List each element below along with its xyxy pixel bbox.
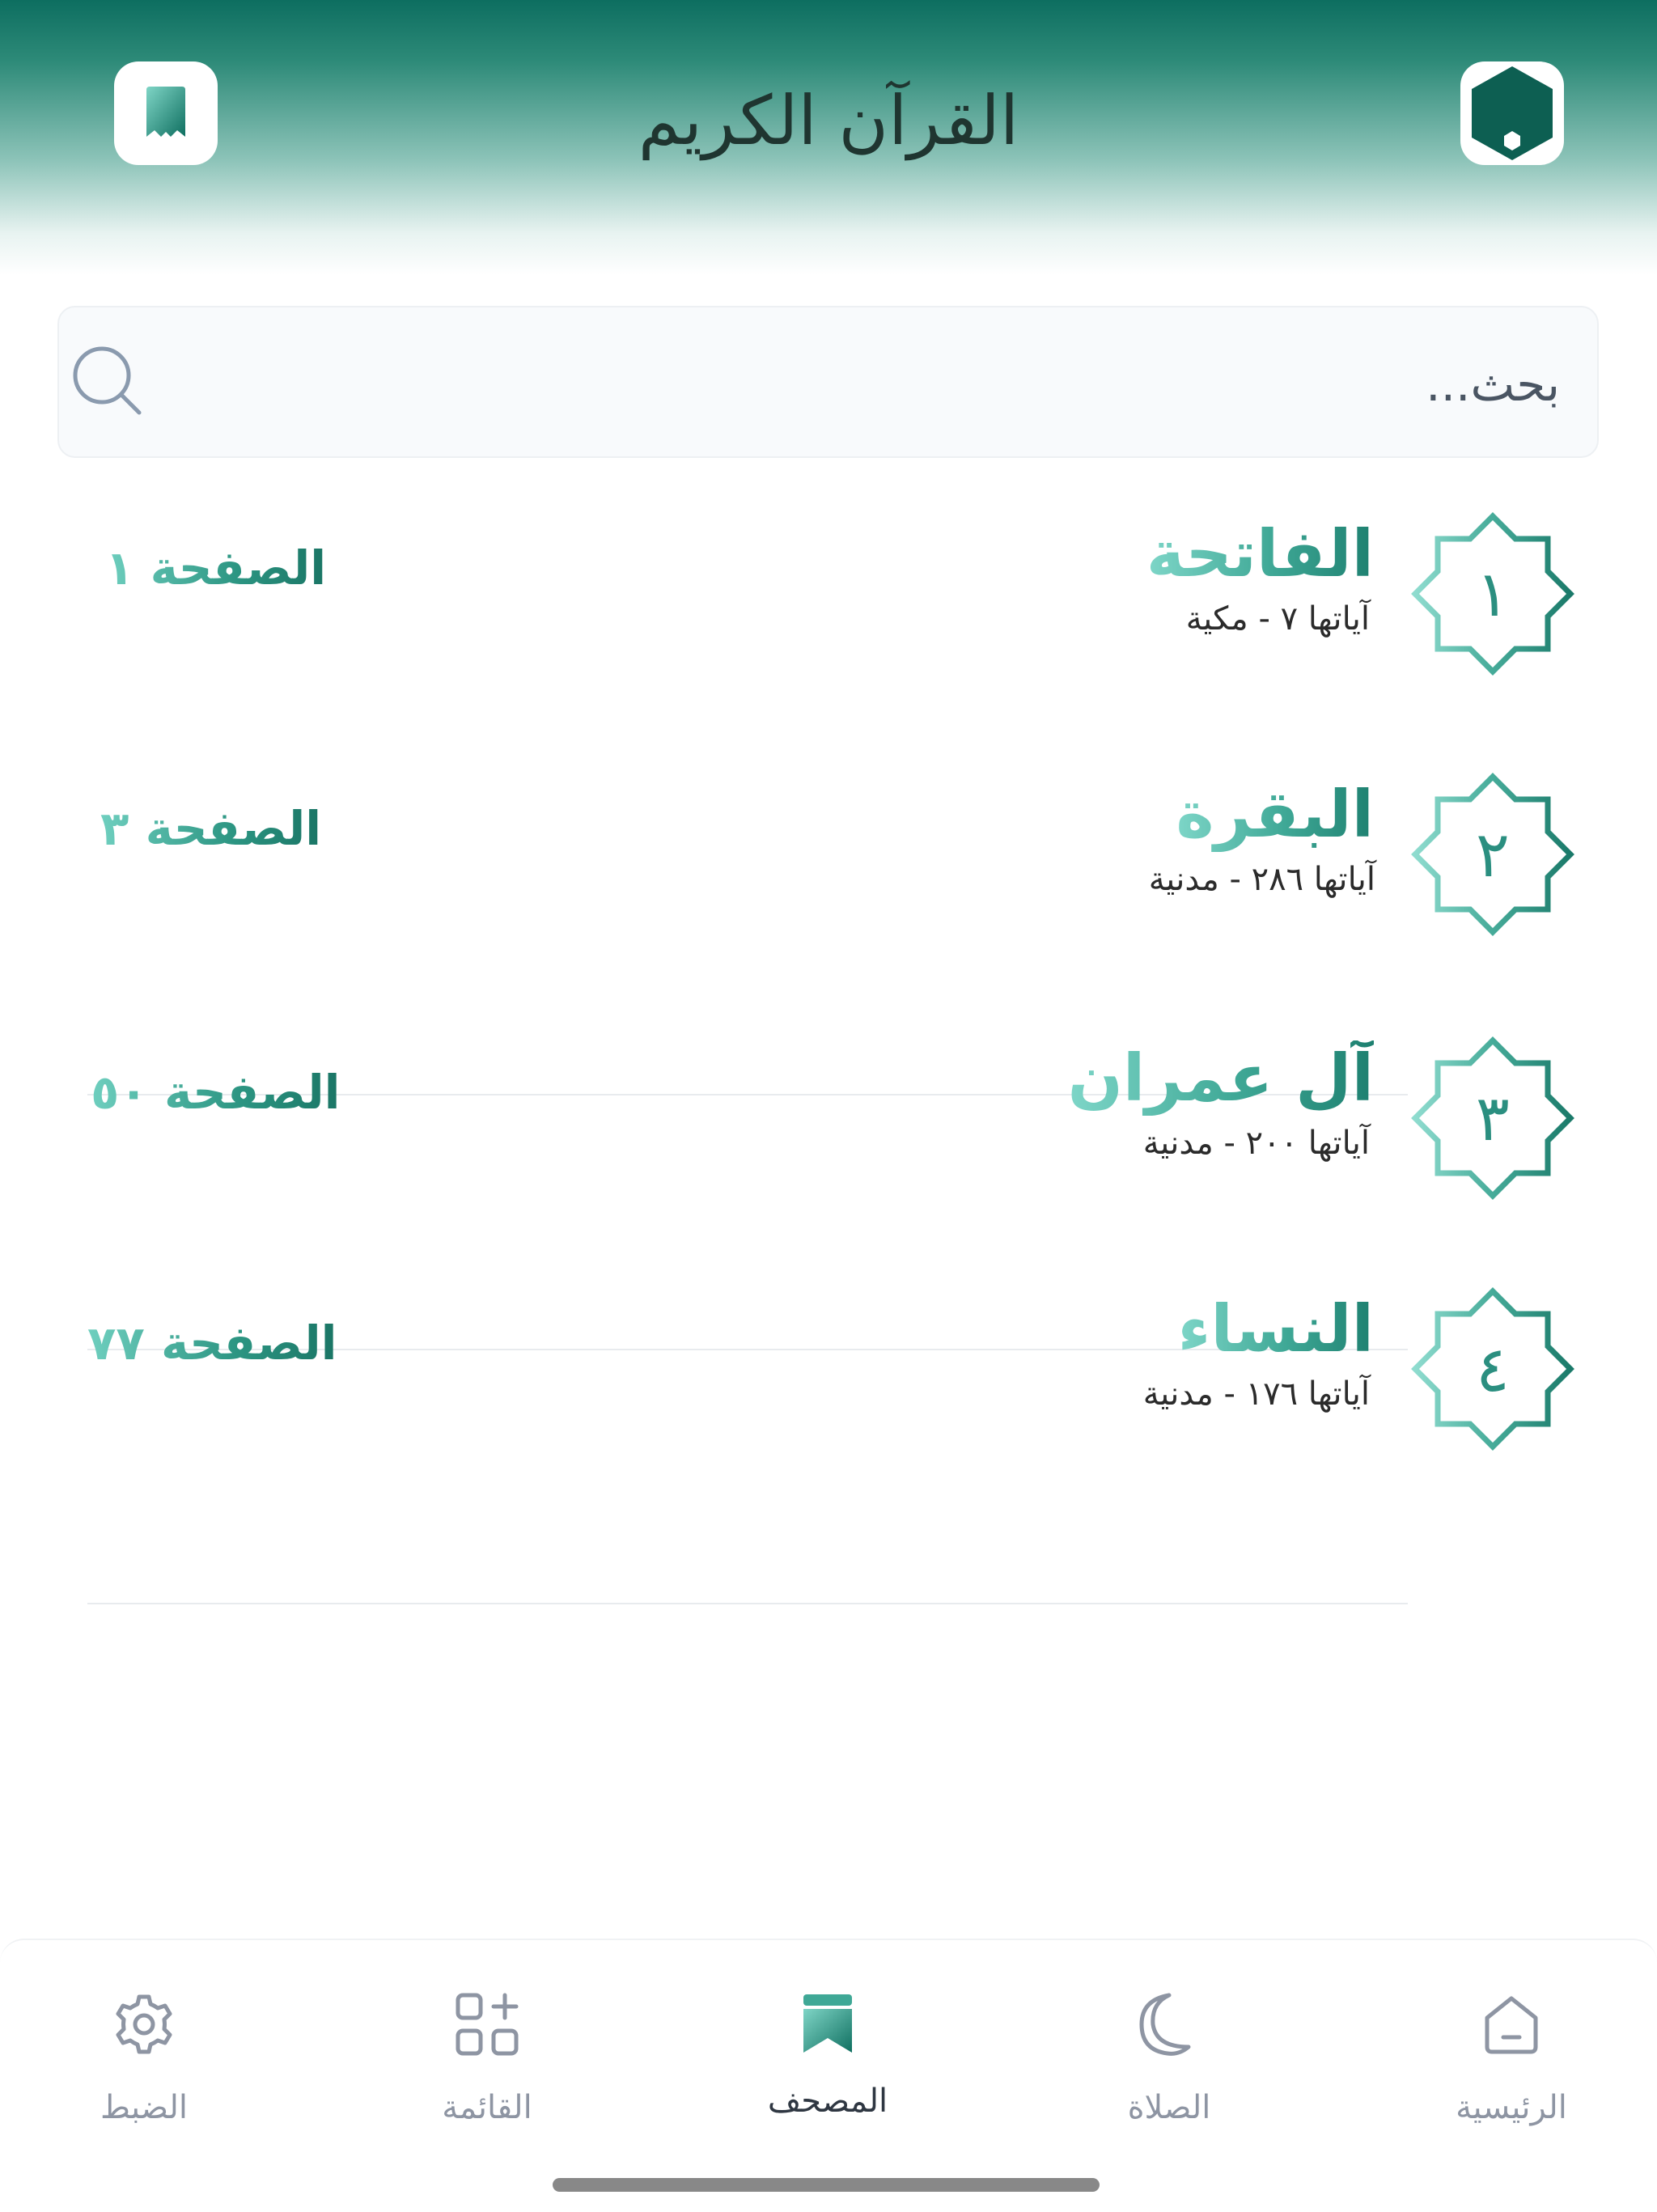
app-header: القرآن الكريم — [0, 0, 1657, 275]
surah-name: الفاتحة — [1146, 516, 1374, 591]
surah-number: ٣ — [1476, 1083, 1510, 1155]
surah-page: الصفحة ٧٧ — [87, 1316, 337, 1371]
surah-number: ١ — [1476, 558, 1510, 631]
search-input[interactable] — [221, 348, 1562, 421]
nav-item-mushaf[interactable]: المصحف — [706, 1985, 949, 2147]
hexagon-logo-icon — [1472, 66, 1553, 160]
grid-add-icon — [456, 1993, 519, 2056]
surah-row[interactable]: ٢ البقرة آياتها ٢٨٦ - مدنية الصفحة ٣ — [0, 770, 1657, 948]
nav-label: الرئيسية — [1456, 2089, 1567, 2126]
surah-row[interactable]: ٣ آل عمران آياتها ٢٠٠ - مدنية الصفحة ٥٠ — [0, 1034, 1657, 1212]
home-icon — [1485, 1996, 1538, 2054]
nav-label: الصلاة — [1127, 2089, 1211, 2126]
surah-info: آياتها ٢٠٠ - مدنية — [1142, 1125, 1370, 1162]
surah-name: آل عمران — [1067, 1040, 1374, 1116]
surah-page: الصفحة ١ — [105, 540, 327, 595]
surah-info: آياتها ٧ - مكية — [1185, 600, 1370, 638]
surah-info: آياتها ٢٨٦ - مدنية — [1148, 861, 1375, 898]
gear-icon — [116, 1994, 172, 2054]
list-end-divider — [87, 1603, 1408, 1604]
nav-item-prayer[interactable]: الصلاة — [1048, 1985, 1290, 2147]
surah-row[interactable]: ١ الفاتحة آياتها ٧ - مكية الصفحة ١ — [0, 510, 1657, 688]
search-icon[interactable] — [70, 343, 144, 417]
surah-page: الصفحة ٥٠ — [91, 1065, 341, 1120]
search-bar — [57, 306, 1599, 458]
crescent-moon-icon — [1139, 1993, 1191, 2056]
nav-item-menu[interactable]: القائمة — [366, 1985, 608, 2147]
home-indicator[interactable] — [553, 2178, 1100, 2192]
surah-name: النساء — [1177, 1291, 1374, 1367]
surah-info: آياتها ١٧٦ - مدنية — [1142, 1375, 1370, 1413]
surah-number: ٢ — [1476, 819, 1510, 892]
nav-item-home[interactable]: الرئيسية — [1390, 1985, 1633, 2147]
nav-label: القائمة — [442, 2089, 532, 2126]
page-title: القرآن الكريم — [638, 81, 1019, 160]
nav-item-settings[interactable]: الضبط — [23, 1985, 265, 2147]
nav-label: المصحف — [767, 2083, 888, 2120]
surah-page: الصفحة ٣ — [100, 801, 322, 856]
surah-number: ٤ — [1476, 1333, 1510, 1406]
profile-logo-button[interactable] — [1460, 61, 1564, 165]
surah-name: البقرة — [1176, 777, 1374, 852]
surah-row[interactable]: ٤ النساء آياتها ١٧٦ - مدنية الصفحة ٧٧ — [0, 1285, 1657, 1463]
nav-label: الضبط — [100, 2089, 189, 2126]
mushaf-bookmark-icon — [803, 1994, 852, 2053]
